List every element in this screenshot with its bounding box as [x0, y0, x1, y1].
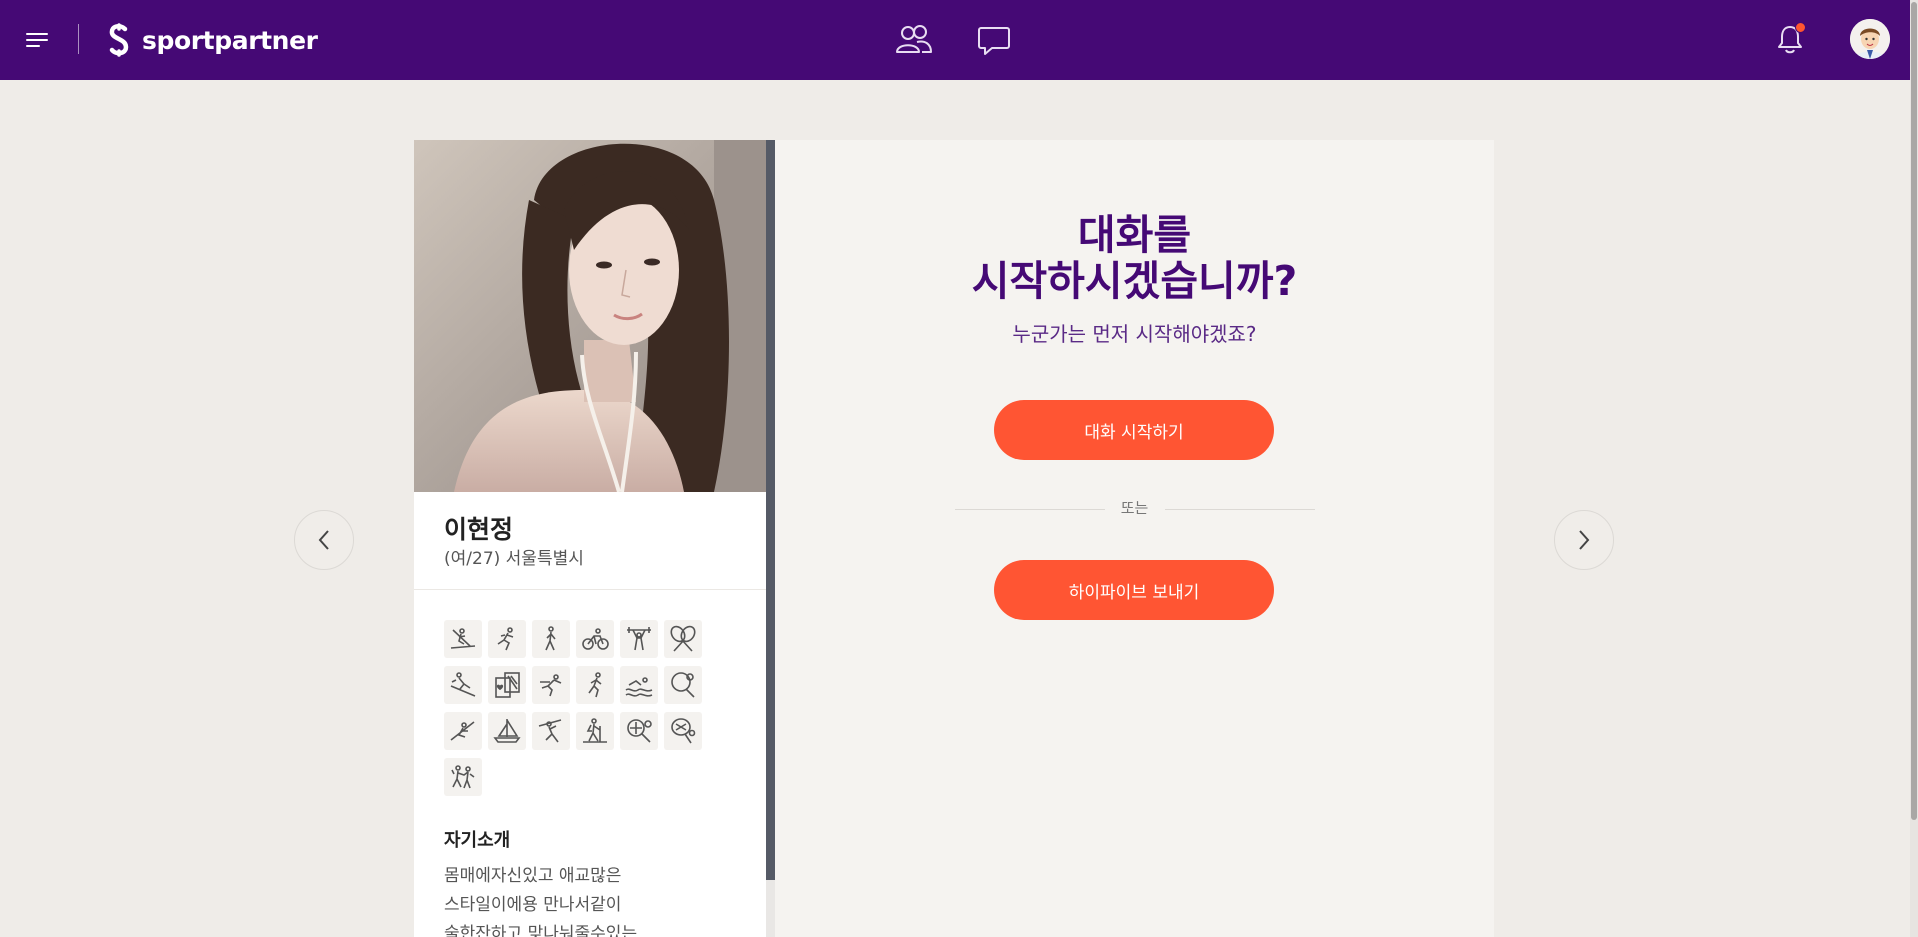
notification-bell-icon[interactable]	[1776, 22, 1806, 54]
card-scrollbar[interactable]	[766, 140, 775, 937]
jogging-icon	[576, 666, 614, 704]
panel-title-line: 시작하시겠습니까?	[971, 257, 1298, 305]
hiking-icon	[576, 712, 614, 750]
next-profile-button[interactable]	[1554, 510, 1614, 570]
sprint-icon	[532, 666, 570, 704]
panel-subtitle: 누군가는 먼저 시작해야겠죠?	[1012, 322, 1257, 346]
or-text: 또는	[1120, 499, 1149, 517]
running-icon	[488, 620, 526, 658]
tennis-icon	[620, 712, 658, 750]
start-conversation-button[interactable]: 대화 시작하기	[994, 400, 1274, 460]
top-header: sportpartner	[0, 0, 1910, 80]
intro-text: 몸매에자신있고 애교많은 스타일이에용 만나서같이 술한잔하고 맞나눠줄수있는	[444, 862, 704, 937]
user-avatar[interactable]	[1850, 19, 1890, 59]
intro-line: 술한잔하고 맞나눠줄수있는	[444, 924, 638, 937]
swimming-icon	[620, 666, 658, 704]
skiing-icon	[444, 666, 482, 704]
messages-icon[interactable]	[977, 25, 1011, 57]
card-scrollbar-thumb[interactable]	[766, 140, 775, 880]
cards-icon	[488, 666, 526, 704]
walking-icon	[532, 620, 570, 658]
dancing-icon	[444, 758, 482, 796]
climbing-icon	[532, 712, 570, 750]
profile-photo[interactable]	[414, 140, 766, 492]
previous-profile-button[interactable]	[294, 510, 354, 570]
brand-name: sportpartner	[142, 25, 318, 55]
chevron-right-icon	[1579, 530, 1590, 550]
intro-line: 몸매에자신있고 애교많은	[444, 866, 622, 886]
profile-name: 이현정	[444, 515, 514, 544]
panel-title: 대화를 시작하시겠습니까?	[775, 212, 1494, 304]
squash-icon	[664, 712, 702, 750]
send-high-five-button[interactable]: 하이파이브 보내기	[994, 560, 1274, 620]
chevron-left-icon	[318, 530, 329, 550]
sailing-icon	[488, 712, 526, 750]
profile-card: 이현정 (여/27) 서울특별시 자기소개 몸매에자신있고 애교많은 스타일이에…	[414, 140, 766, 937]
page-scrollbar[interactable]	[1910, 0, 1918, 937]
rowing-icon	[444, 712, 482, 750]
treadmill-icon	[444, 620, 482, 658]
logo-mark-icon	[109, 23, 129, 57]
badminton-icon	[664, 620, 702, 658]
page-scrollbar-thumb[interactable]	[1911, 2, 1917, 820]
table-tennis-icon	[664, 666, 702, 704]
weightlifting-icon	[620, 620, 658, 658]
notification-badge	[1795, 22, 1806, 33]
header-divider	[78, 24, 79, 54]
intro-line: 스타일이에용 만나서같이	[444, 895, 622, 915]
cycling-icon	[576, 620, 614, 658]
menu-icon[interactable]	[26, 31, 48, 49]
card-divider	[414, 589, 766, 590]
intro-title: 자기소개	[444, 830, 511, 851]
start-conversation-panel: 대화를 시작하시겠습니까? 누군가는 먼저 시작해야겠죠? 대화 시작하기 또는…	[775, 140, 1494, 937]
brand-logo[interactable]: sportpartner	[106, 22, 318, 58]
partners-icon[interactable]	[895, 24, 933, 54]
panel-title-line: 대화를	[1077, 211, 1192, 259]
profile-meta: (여/27) 서울특별시	[444, 549, 584, 569]
or-divider-right	[1165, 509, 1315, 510]
